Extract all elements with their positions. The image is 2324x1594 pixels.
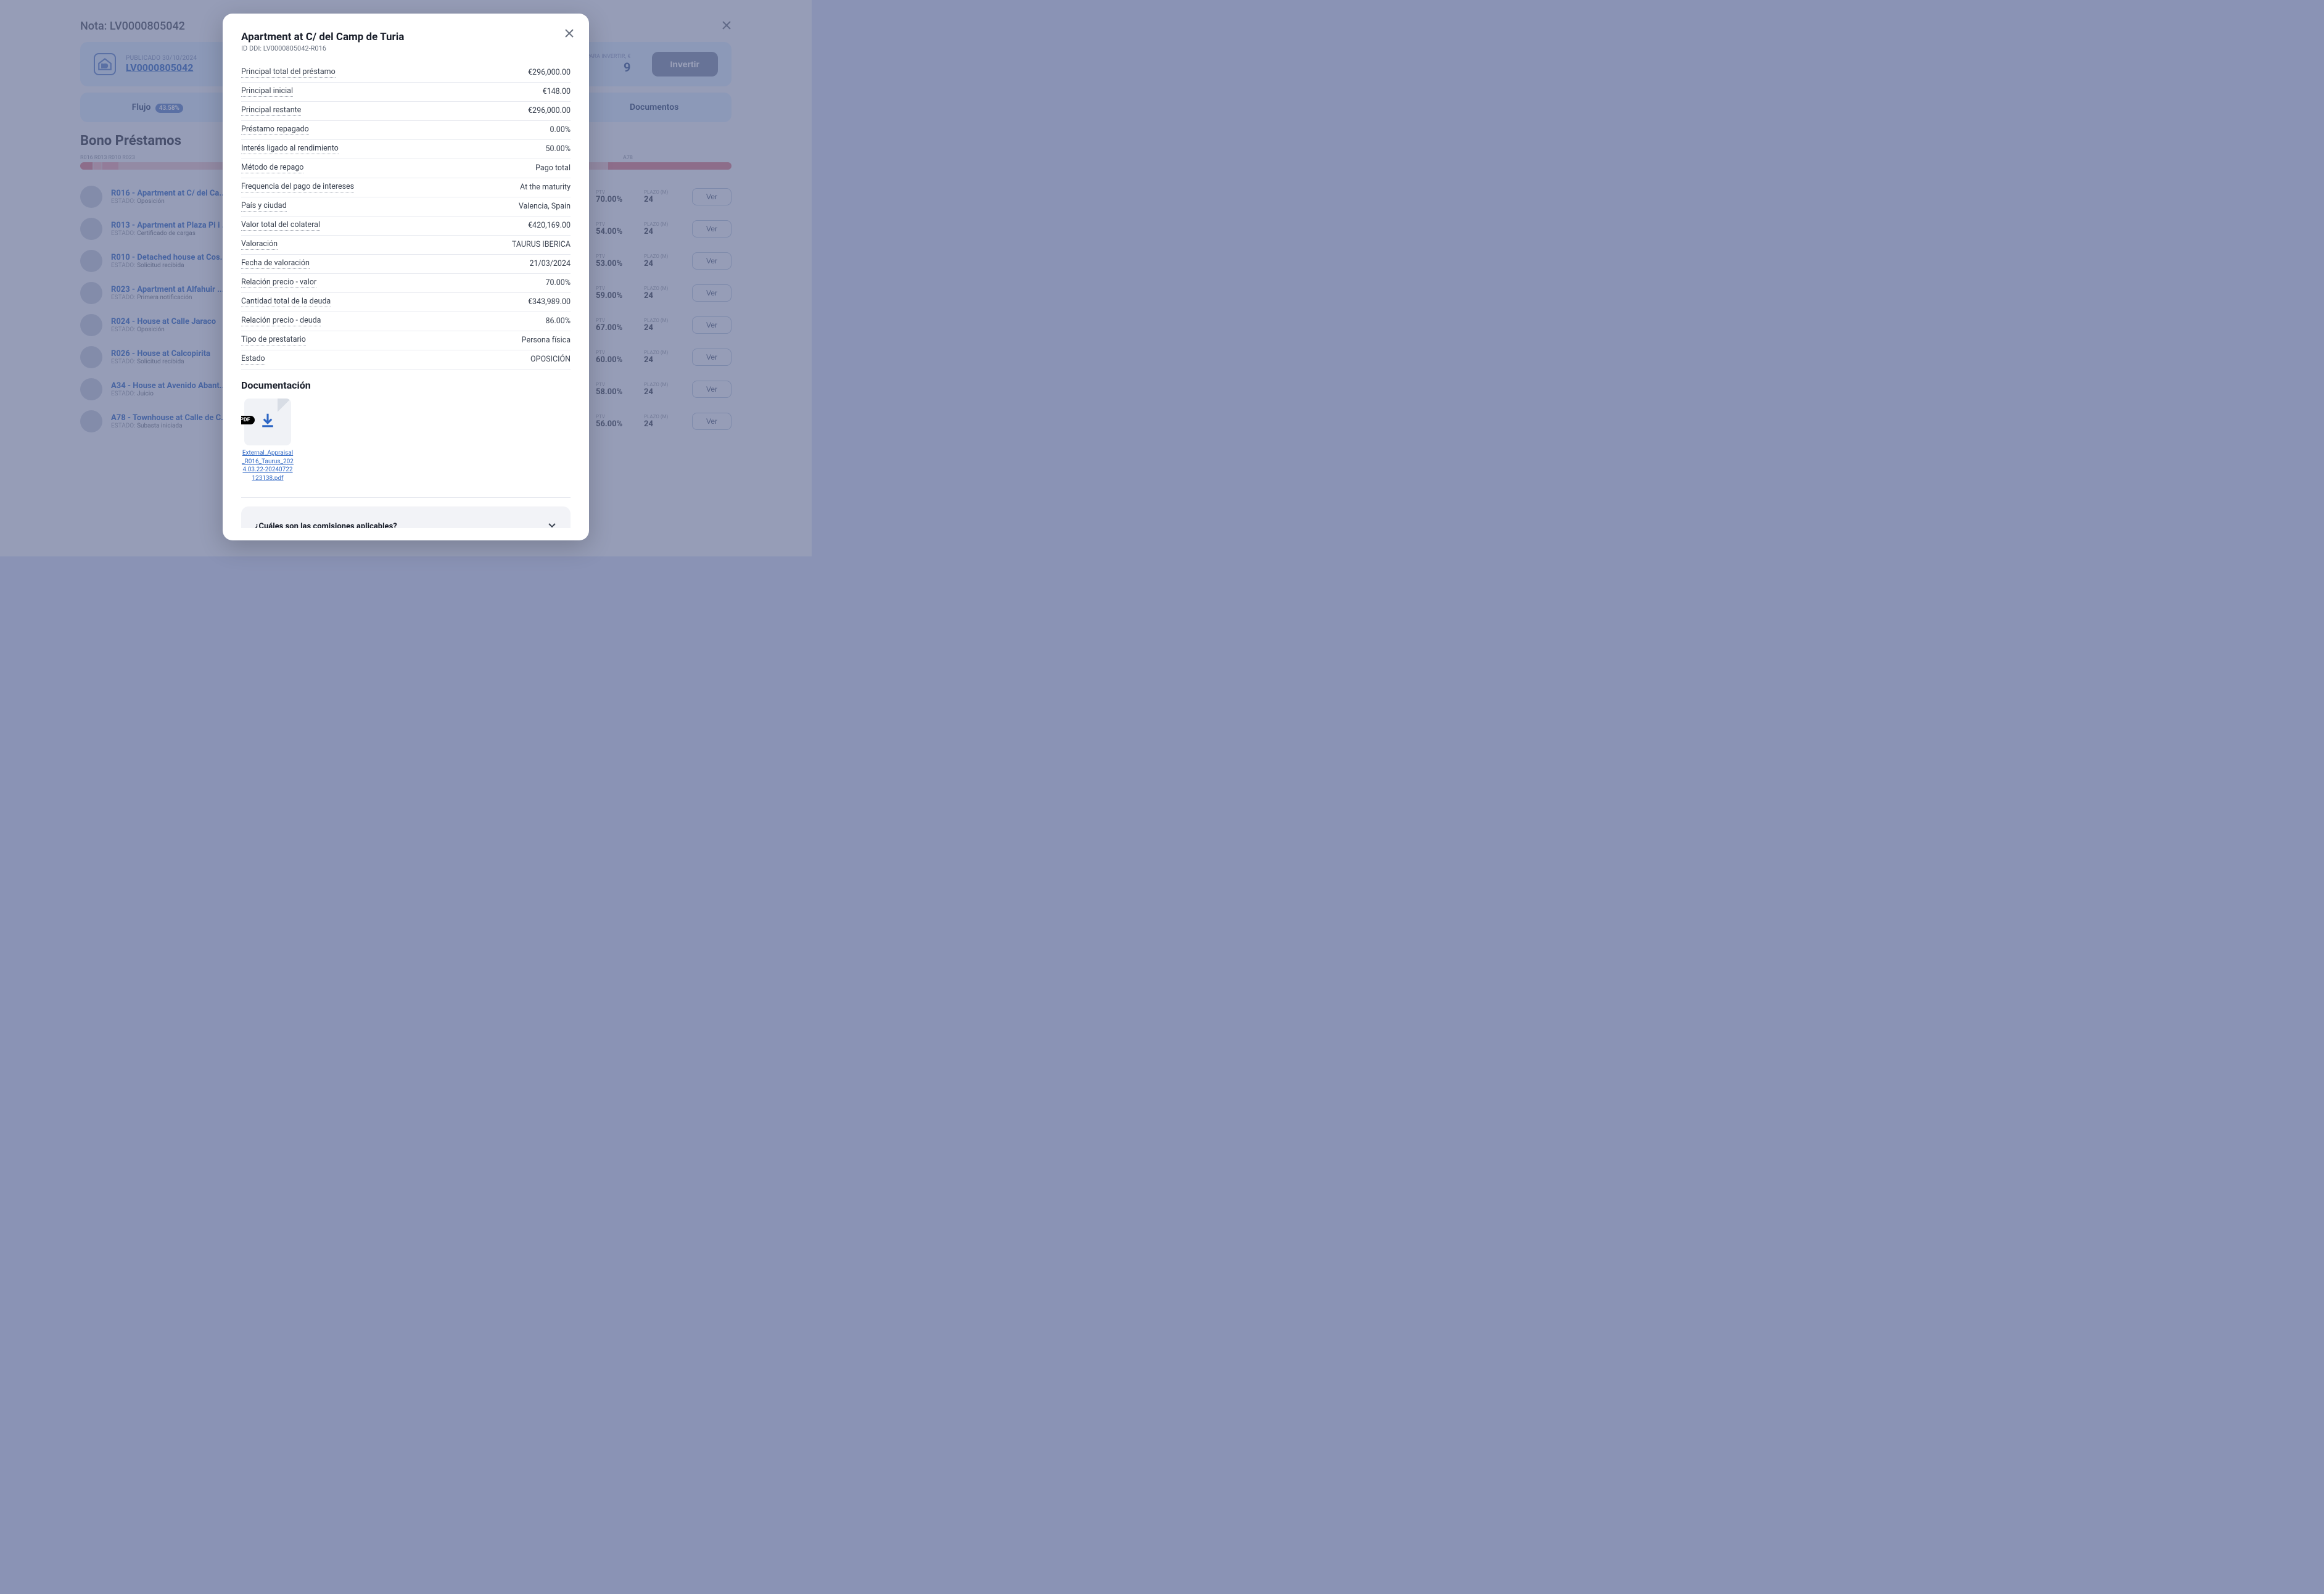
detail-label: Valoración: [241, 239, 278, 250]
detail-row: Relación precio - valor 70.00%: [241, 274, 571, 293]
document-thumb: PDF: [244, 398, 291, 445]
detail-label: Fecha de valoración: [241, 258, 310, 269]
download-icon: [258, 411, 277, 432]
detail-label: Principal total del préstamo: [241, 67, 336, 78]
detail-label: Interés ligado al rendimiento: [241, 144, 339, 154]
detail-label: Cantidad total de la deuda: [241, 297, 331, 307]
detail-value: €420,169.00: [528, 221, 571, 230]
detail-row: Método de repago Pago total: [241, 159, 571, 178]
detail-value: 50.00%: [545, 144, 571, 154]
detail-label: Frequencia del pago de intereses: [241, 182, 354, 192]
detail-label: Préstamo repagado: [241, 125, 309, 135]
detail-value: €296,000.00: [528, 68, 571, 77]
detail-value: Persona física: [522, 336, 571, 345]
detail-value: €296,000.00: [528, 106, 571, 115]
detail-value: 70.00%: [545, 278, 571, 287]
detail-value: €343,989.00: [528, 297, 571, 307]
detail-row: Principal total del préstamo €296,000.00: [241, 64, 571, 83]
detail-label: Relación precio - deuda: [241, 316, 321, 326]
modal-subtitle: ID DDI: LV0000805042-R016: [241, 44, 571, 52]
faq-card[interactable]: ¿Cuáles son las comisiones aplicables?: [241, 506, 571, 528]
documentation-section: PDF External_Appraisal_R016_Taurus_2024.…: [241, 398, 571, 498]
pdf-badge: PDF: [241, 416, 255, 424]
loan-detail-modal: Apartment at C/ del Camp de Turia ID DDI…: [223, 14, 589, 540]
detail-value: OPOSICIÓN: [530, 355, 571, 364]
faq-question: ¿Cuáles son las comisiones aplicables?: [255, 522, 397, 529]
detail-row: Cantidad total de la deuda €343,989.00: [241, 293, 571, 312]
detail-row: Principal inicial €148.00: [241, 83, 571, 102]
detail-label: Valor total del colateral: [241, 220, 320, 231]
detail-row: País y ciudad Valencia, Spain: [241, 197, 571, 217]
detail-label: Principal inicial: [241, 86, 293, 97]
modal-title: Apartment at C/ del Camp de Turia: [241, 31, 571, 43]
detail-label: Principal restante: [241, 105, 301, 116]
detail-row: Fecha de valoración 21/03/2024: [241, 255, 571, 274]
documentation-heading: Documentación: [241, 379, 571, 391]
document-card[interactable]: PDF External_Appraisal_R016_Taurus_2024.…: [241, 398, 294, 482]
detail-list: Principal total del préstamo€296,000.00P…: [241, 64, 571, 528]
detail-label: País y ciudad: [241, 201, 287, 212]
detail-value: €148.00: [543, 87, 571, 96]
detail-value: Pago total: [535, 163, 571, 173]
detail-row: Relación precio - deuda 86.00%: [241, 312, 571, 331]
detail-value: 0.00%: [550, 125, 571, 134]
detail-label: Relación precio - valor: [241, 278, 316, 288]
detail-row: Valoración TAURUS IBERICA: [241, 236, 571, 255]
detail-label: Tipo de prestatario: [241, 335, 306, 345]
detail-row: Principal restante €296,000.00: [241, 102, 571, 121]
detail-value: TAURUS IBERICA: [512, 240, 571, 249]
chevron-down-icon: [547, 520, 557, 528]
close-icon[interactable]: [564, 28, 574, 41]
detail-value: At the maturity: [520, 183, 571, 192]
detail-label: Estado: [241, 354, 265, 365]
detail-row: Interés ligado al rendimiento 50.00%: [241, 140, 571, 159]
detail-row: Frequencia del pago de intereses At the m…: [241, 178, 571, 197]
detail-row: Tipo de prestatario Persona física: [241, 331, 571, 350]
detail-row: Estado OPOSICIÓN: [241, 350, 571, 370]
detail-value: 86.00%: [545, 316, 571, 326]
detail-row: Valor total del colateral €420,169.00: [241, 217, 571, 236]
detail-value: Valencia, Spain: [519, 202, 571, 211]
document-filename[interactable]: External_Appraisal_R016_Taurus_2024.03.2…: [241, 449, 294, 482]
detail-row: Préstamo repagado 0.00%: [241, 121, 571, 140]
detail-value: 21/03/2024: [529, 259, 571, 268]
detail-label: Método de repago: [241, 163, 303, 173]
